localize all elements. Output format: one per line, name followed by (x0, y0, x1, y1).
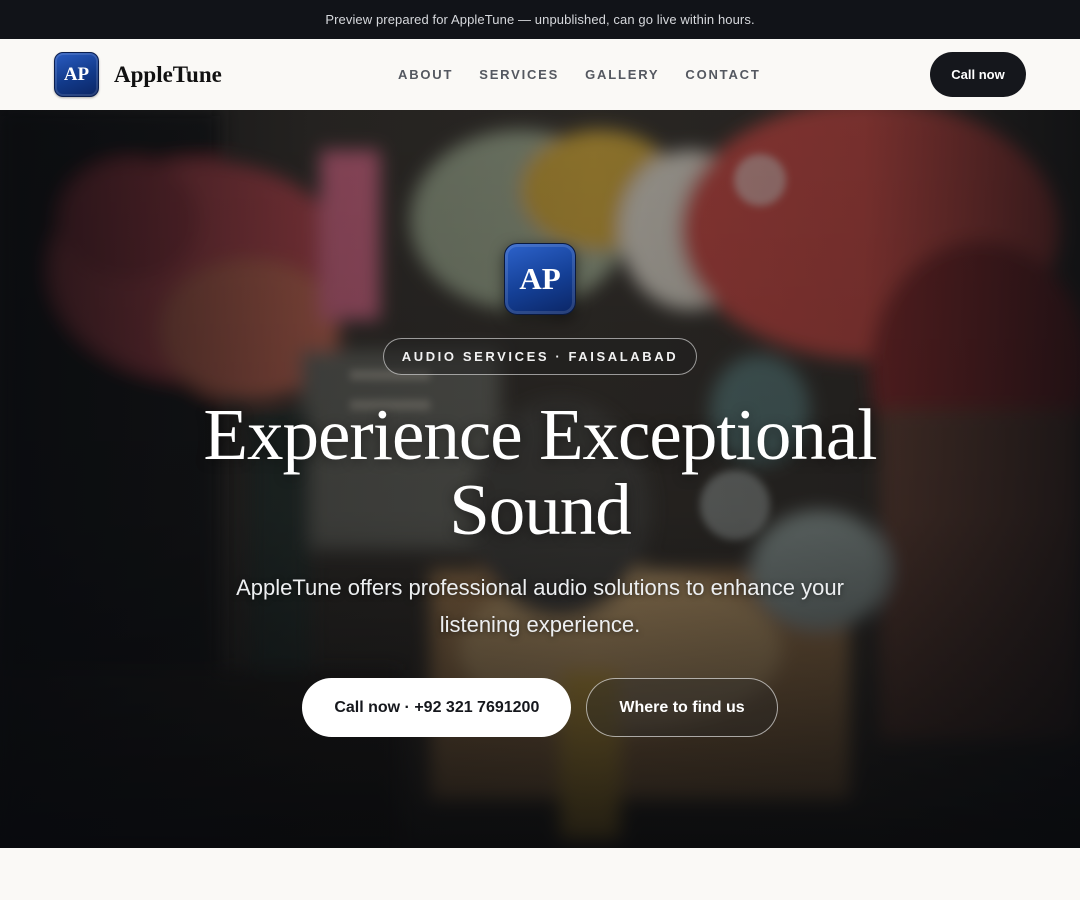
main-nav: ABOUT SERVICES GALLERY CONTACT (398, 39, 761, 110)
hero-section: AP AUDIO SERVICES · FAISALABAD Experienc… (0, 110, 1080, 848)
next-section (0, 848, 1080, 900)
where-to-find-us-button[interactable]: Where to find us (586, 678, 778, 737)
hero-subtitle: AppleTune offers professional audio solu… (236, 575, 844, 637)
nav-link-gallery[interactable]: GALLERY (585, 67, 659, 82)
nav-link-about[interactable]: ABOUT (398, 67, 453, 82)
header-call-button[interactable]: Call now (930, 52, 1026, 97)
brand-logo: AP (54, 52, 99, 97)
brand-logo-text: AP (63, 63, 90, 85)
preview-banner: Preview prepared for AppleTune — unpubli… (0, 0, 1080, 39)
nav-link-services[interactable]: SERVICES (479, 67, 559, 82)
location-badge-text: AUDIO SERVICES · FAISALABAD (401, 349, 679, 364)
site-header: AP AppleTune ABOUT SERVICES GALLERY CONT… (0, 39, 1080, 110)
call-now-button[interactable]: Call now · +92 321 7691200 (302, 678, 572, 737)
hero-logo-text: AP (519, 261, 561, 296)
hero-actions: Call now · +92 321 7691200 Where to find… (302, 678, 778, 737)
hero-content: AP AUDIO SERVICES · FAISALABAD Experienc… (0, 110, 1080, 848)
hero-title: Experience Exceptional Sound (203, 394, 877, 550)
brand-name: AppleTune (114, 61, 222, 87)
location-badge: AUDIO SERVICES · FAISALABAD (382, 338, 698, 375)
preview-banner-text: Preview prepared for AppleTune — unpubli… (325, 12, 755, 27)
nav-link-contact[interactable]: CONTACT (685, 67, 760, 82)
hero-logo: AP (504, 243, 576, 315)
brand[interactable]: AP AppleTune (54, 52, 222, 97)
